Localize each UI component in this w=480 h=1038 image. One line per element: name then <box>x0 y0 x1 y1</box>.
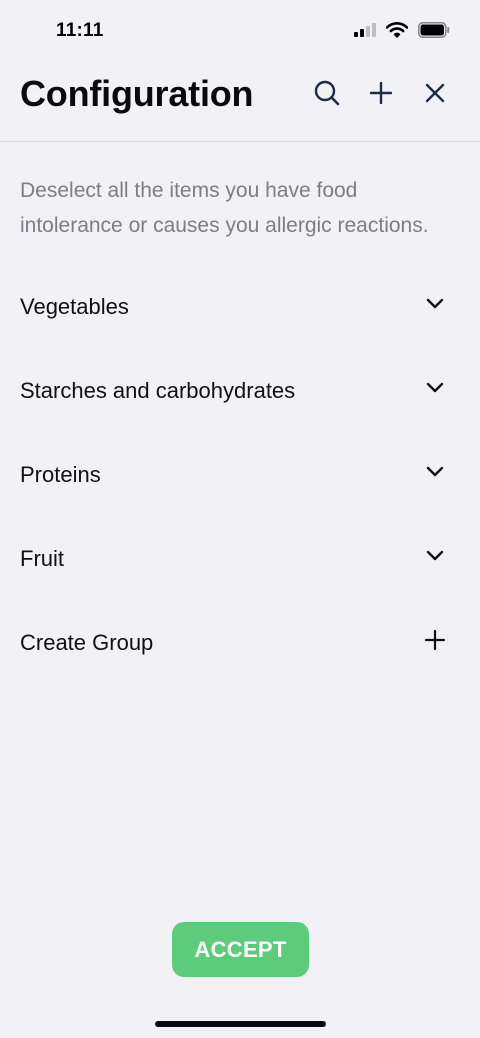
plus-icon <box>424 629 446 651</box>
add-button[interactable] <box>366 80 396 110</box>
create-group-row[interactable]: Create Group <box>0 602 480 686</box>
header: Configuration <box>0 64 480 142</box>
group-row-fruit[interactable]: Fruit <box>0 518 480 602</box>
chevron-down-icon <box>424 293 446 315</box>
cellular-signal-icon <box>354 23 376 42</box>
group-label: Proteins <box>20 462 101 487</box>
chevron-down-icon <box>424 377 446 399</box>
description-text: Deselect all the items you have food int… <box>20 179 429 237</box>
search-icon <box>314 80 340 111</box>
status-time: 11:11 <box>56 20 104 41</box>
wifi-icon <box>385 22 409 43</box>
group-label: Vegetables <box>20 294 129 319</box>
header-actions <box>312 80 450 110</box>
group-label: Fruit <box>20 546 64 571</box>
home-indicator <box>155 1021 326 1027</box>
chevron-down-icon <box>424 461 446 483</box>
accept-button[interactable]: ACCEPT <box>172 922 309 977</box>
create-group-label: Create Group <box>20 630 154 655</box>
plus-icon <box>369 81 393 109</box>
search-button[interactable] <box>312 80 342 110</box>
status-icons <box>354 22 450 43</box>
group-list: Vegetables Starches and carbohydrates Pr… <box>0 266 480 686</box>
close-icon <box>425 83 445 108</box>
battery-icon <box>418 22 450 43</box>
status-bar: 11:11 <box>0 0 480 64</box>
close-button[interactable] <box>420 80 450 110</box>
page-title: Configuration <box>20 73 254 114</box>
group-label: Starches and carbohydrates <box>20 378 296 403</box>
chevron-down-icon <box>424 545 446 567</box>
group-row-proteins[interactable]: Proteins <box>0 434 480 518</box>
group-row-vegetables[interactable]: Vegetables <box>0 266 480 350</box>
group-row-starches[interactable]: Starches and carbohydrates <box>0 350 480 434</box>
